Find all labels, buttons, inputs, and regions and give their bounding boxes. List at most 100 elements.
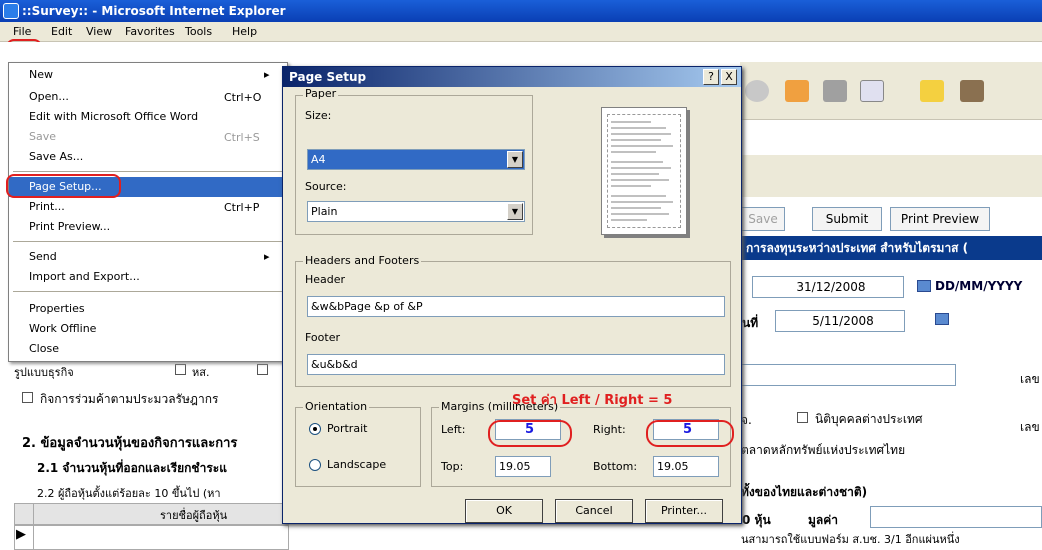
stock-exchange-label: ตลาดหลักทรัพย์แห่งประเทศไทย [741, 443, 906, 457]
right-label-1: เลข [1020, 372, 1040, 386]
landscape-radio[interactable] [309, 459, 321, 471]
chevron-down-icon: ▼ [507, 151, 523, 168]
joint-venture-checkbox[interactable] [22, 392, 33, 403]
table-header [14, 503, 289, 525]
top-margin-label: Top: [441, 460, 464, 473]
right-margin-label: Right: [593, 423, 626, 436]
calendar-icon-2[interactable] [935, 313, 949, 325]
orientation-label: Orientation [303, 400, 370, 413]
mail-icon[interactable] [785, 80, 809, 102]
top-margin-input[interactable]: 19.05 [495, 456, 551, 477]
calendar-icon[interactable] [917, 280, 931, 292]
menu-edit[interactable]: Edit [51, 25, 72, 38]
section22-right: ทั้งของไทยและต่างชาติ) [741, 485, 868, 499]
page-setup-dialog: Page Setup ? X Paper Size: A4 ▼ Source: … [282, 66, 742, 524]
ie-icon [3, 3, 19, 19]
shortcut-save: Ctrl+S [224, 131, 260, 144]
annotation-page-setup-highlight [6, 174, 121, 198]
header-input[interactable]: &w&bPage &p of &P [307, 296, 725, 317]
partnership-label: หส. [192, 366, 210, 379]
bottom-note: นสามารถใช้แบบฟอร์ม ส.บช. 3/1 อีกแผ่นหนึ่… [741, 533, 960, 546]
menu-separator [13, 171, 283, 172]
annotation-right-margin-highlight [646, 420, 734, 447]
submenu-arrow-icon: ▸ [264, 68, 270, 81]
notes-icon[interactable] [920, 80, 944, 102]
menu-separator [13, 291, 283, 292]
date2-label: นที่ [742, 316, 759, 330]
menu-help[interactable]: Help [232, 25, 257, 38]
menu-item-new[interactable]: New [9, 65, 287, 85]
menu-item-print-preview[interactable]: Print Preview... [9, 217, 287, 237]
menu-item-send[interactable]: Send [9, 247, 287, 267]
landscape-label: Landscape [327, 458, 387, 471]
shortcut-open: Ctrl+O [224, 91, 262, 104]
window-title-bar: ::Survey:: - Microsoft Internet Explorer [0, 0, 1042, 22]
links-bar [740, 175, 1042, 197]
footer-label: Footer [305, 331, 340, 344]
section22-heading: 2.2 ผู้ถือหุ้นตั้งแต่ร้อยละ 10 ขึ้นไป (ห… [37, 487, 221, 500]
print-icon[interactable] [823, 80, 847, 102]
shortcut-print: Ctrl+P [224, 201, 260, 214]
business-type-label: รูปแบบธุรกิจ [14, 366, 74, 379]
shares-unit: 0 หุ้น [742, 513, 771, 527]
portrait-label: Portrait [327, 422, 368, 435]
headers-footers-label: Headers and Footers [303, 254, 422, 267]
menu-item-import-export[interactable]: Import and Export... [9, 267, 287, 287]
media-icon[interactable] [745, 80, 769, 102]
partnership-checkbox[interactable] [175, 364, 186, 375]
value-field[interactable] [870, 506, 1042, 528]
address-bar [740, 155, 1042, 175]
section21-heading: 2.1 จำนวนหุ้นที่ออกและเรียกชำระแ [37, 461, 227, 475]
text-field[interactable] [741, 364, 956, 386]
menu-item-save-as[interactable]: Save As... [9, 147, 287, 167]
date-field-1[interactable]: 31/12/2008 [752, 276, 904, 298]
paper-size-select[interactable]: A4 ▼ [307, 149, 525, 170]
menu-favorites[interactable]: Favorites [125, 25, 175, 38]
menu-item-properties[interactable]: Properties [9, 299, 287, 319]
foreign-juristic-label: นิติบุคคลต่างประเทศ [815, 412, 923, 426]
foreign-juristic-checkbox[interactable] [797, 412, 808, 423]
menu-item-close[interactable]: Close [9, 339, 287, 359]
menu-file[interactable]: File [13, 25, 31, 38]
menu-item-edit-word[interactable]: Edit with Microsoft Office Word [9, 107, 287, 127]
research-icon[interactable] [960, 80, 984, 102]
joint-venture-label: กิจการร่วมค้าตามประมวลรัษฎากร [40, 392, 219, 406]
save-button[interactable]: Save [741, 207, 785, 231]
checkbox-3[interactable] [257, 364, 268, 375]
annotation-left-margin-highlight [488, 420, 572, 447]
cancel-button[interactable]: Cancel [555, 499, 633, 523]
menu-view[interactable]: View [86, 25, 112, 38]
date-field-2[interactable]: 5/11/2008 [775, 310, 905, 332]
help-button[interactable]: ? [703, 69, 719, 85]
preview-margin-box [607, 114, 681, 228]
dialog-title: Page Setup [283, 67, 741, 87]
print-preview-button[interactable]: Print Preview [890, 207, 990, 231]
paper-source-select[interactable]: Plain ▼ [307, 201, 525, 222]
footer-input[interactable]: &u&b&d [307, 354, 725, 375]
ok-button[interactable]: OK [465, 499, 543, 523]
table-row [14, 525, 289, 550]
bottom-margin-input[interactable]: 19.05 [653, 456, 719, 477]
submit-button[interactable]: Submit [812, 207, 882, 231]
right-label-2: เลข [1020, 420, 1040, 434]
close-button[interactable]: X [721, 69, 737, 85]
menu-separator [13, 241, 283, 242]
value-label: มูลค่า [808, 513, 839, 527]
menu-item-work-offline[interactable]: Work Offline [9, 319, 287, 339]
printer-button[interactable]: Printer... [645, 499, 723, 523]
chevron-down-icon: ▼ [507, 203, 523, 220]
portrait-radio[interactable] [309, 423, 321, 435]
header-label: Header [305, 273, 346, 286]
row-arrow-icon: ▶ [16, 527, 26, 542]
source-label: Source: [305, 180, 347, 193]
submenu-arrow-icon: ▸ [264, 250, 270, 263]
size-label: Size: [305, 109, 332, 122]
date-format-label: DD/MM/YYYY [935, 279, 1023, 293]
menu-tools[interactable]: Tools [185, 25, 212, 38]
word-icon[interactable] [860, 80, 884, 102]
left-margin-label: Left: [441, 423, 466, 436]
margin-annotation: Set ค่า Left / Right = 5 [512, 393, 673, 408]
file-menu: New ▸ Open... Ctrl+O Edit with Microsoft… [8, 62, 288, 362]
page-preview [601, 107, 687, 235]
section2-heading: 2. ข้อมูลจำนวนหุ้นของกิจการและการ [22, 436, 238, 451]
